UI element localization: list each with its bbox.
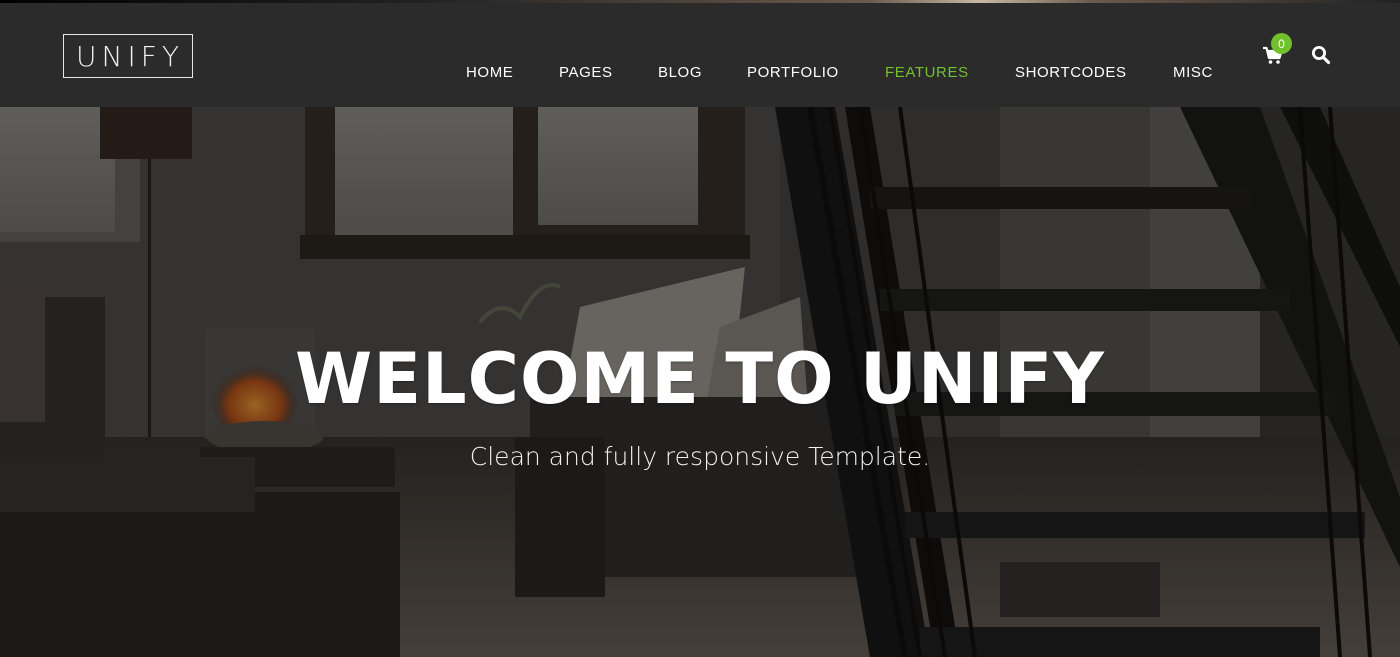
- nav-item-pages[interactable]: PAGES: [559, 63, 613, 83]
- top-accent-strip: [0, 0, 1400, 3]
- nav-item-home[interactable]: HOME: [466, 63, 513, 83]
- nav-item-portfolio[interactable]: PORTFOLIO: [747, 63, 839, 83]
- hero-title: WELCOME TO UNIFY: [295, 338, 1105, 420]
- cart-count-badge: 0: [1271, 33, 1292, 54]
- nav-item-misc[interactable]: MISC: [1173, 63, 1213, 83]
- site-header: UNIFY HOME PAGES BLOG PORTFOLIO FEATURES…: [0, 0, 1400, 107]
- nav-item-shortcodes[interactable]: SHORTCODES: [1015, 63, 1127, 83]
- search-icon[interactable]: [1311, 45, 1331, 65]
- main-nav: HOME PAGES BLOG PORTFOLIO FEATURES SHORT…: [0, 63, 1400, 83]
- nav-item-features[interactable]: FEATURES: [885, 63, 969, 83]
- hero-subtitle: Clean and fully responsive Template.: [469, 442, 931, 471]
- nav-item-blog[interactable]: BLOG: [658, 63, 702, 83]
- hero-section: WELCOME TO UNIFY Clean and fully respons…: [0, 107, 1400, 657]
